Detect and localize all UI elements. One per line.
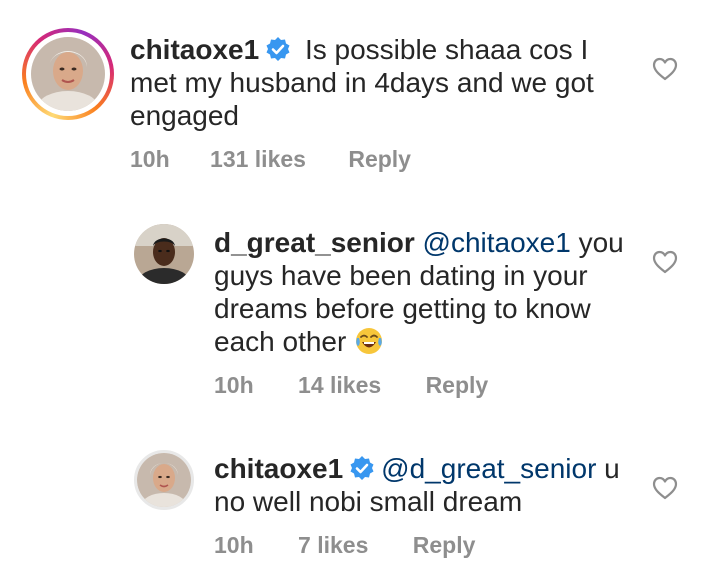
avatar[interactable]: [134, 450, 194, 510]
tears-of-joy-emoji-icon: [356, 328, 383, 354]
verified-badge-icon: [350, 456, 374, 480]
avatar[interactable]: [134, 224, 194, 284]
reply-button[interactable]: Reply: [426, 372, 489, 399]
reply-button[interactable]: Reply: [348, 146, 411, 173]
timestamp: 10h: [214, 372, 254, 398]
likes-count[interactable]: 131 likes: [210, 146, 306, 173]
story-ring[interactable]: [22, 28, 114, 120]
comment-meta: 10h 7 likes Reply: [214, 532, 475, 559]
comment-1: chitaoxe1 Is possible shaaa cos I met my…: [0, 0, 720, 190]
comment-3: chitaoxe1 @d_great_senior u no well nobi …: [0, 430, 720, 578]
username[interactable]: chitaoxe1: [214, 453, 343, 484]
comment-2: d_great_senior @chitaoxe1 you guys have …: [0, 190, 720, 430]
reply-button[interactable]: Reply: [413, 532, 476, 559]
comment-body: d_great_senior @chitaoxe1 you guys have …: [214, 226, 634, 358]
mention-link[interactable]: @d_great_senior: [381, 453, 596, 484]
comment-body: chitaoxe1 @d_great_senior u no well nobi …: [214, 452, 654, 518]
mention-link[interactable]: @chitaoxe1: [423, 227, 571, 258]
comment-body: chitaoxe1 Is possible shaaa cos I met my…: [130, 33, 610, 132]
timestamp: 10h: [214, 532, 254, 558]
heart-icon[interactable]: [652, 476, 678, 500]
verified-badge-icon: [266, 37, 290, 61]
timestamp: 10h: [130, 146, 170, 172]
heart-icon[interactable]: [652, 250, 678, 274]
likes-count[interactable]: 7 likes: [298, 532, 368, 559]
avatar[interactable]: [31, 37, 105, 111]
username[interactable]: d_great_senior: [214, 227, 415, 258]
username[interactable]: chitaoxe1: [130, 34, 259, 65]
likes-count[interactable]: 14 likes: [298, 372, 381, 399]
comment-meta: 10h 131 likes Reply: [130, 146, 411, 173]
heart-icon[interactable]: [652, 57, 678, 81]
comment-meta: 10h 14 likes Reply: [214, 372, 488, 399]
